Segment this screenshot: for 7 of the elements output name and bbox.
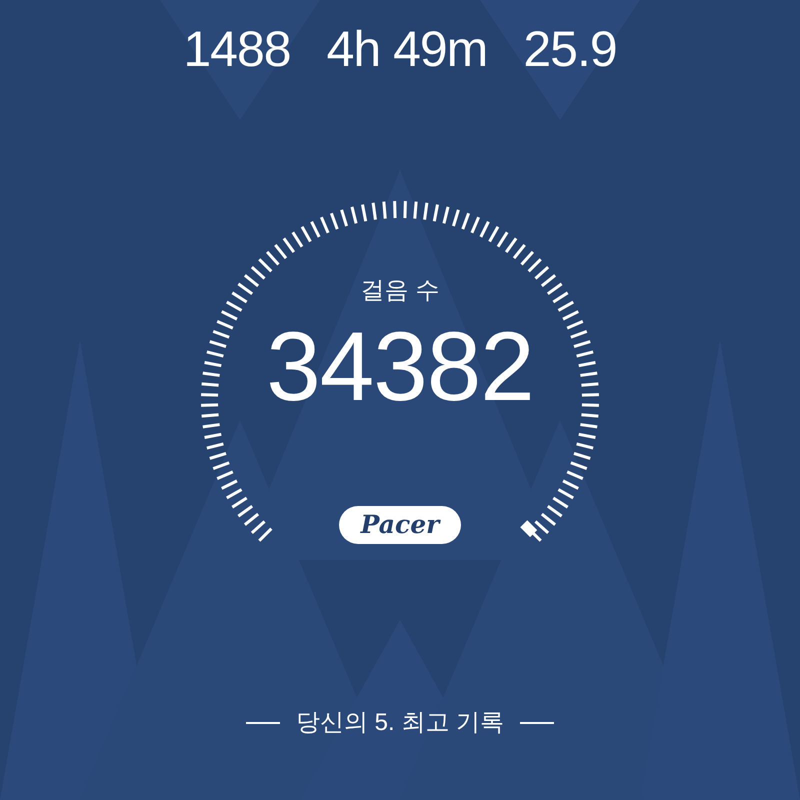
gauge-label: 걸음 수 bbox=[360, 276, 440, 306]
stat-value: 4h 49m bbox=[326, 20, 488, 79]
step-count: 34382 bbox=[266, 314, 534, 418]
record-caption: 당신의 5. 최고 기록 bbox=[296, 708, 504, 738]
stat-value: 25.9 bbox=[523, 20, 617, 79]
stat-value: 1488 bbox=[183, 20, 291, 79]
pacer-logo: Pacer bbox=[338, 506, 462, 544]
